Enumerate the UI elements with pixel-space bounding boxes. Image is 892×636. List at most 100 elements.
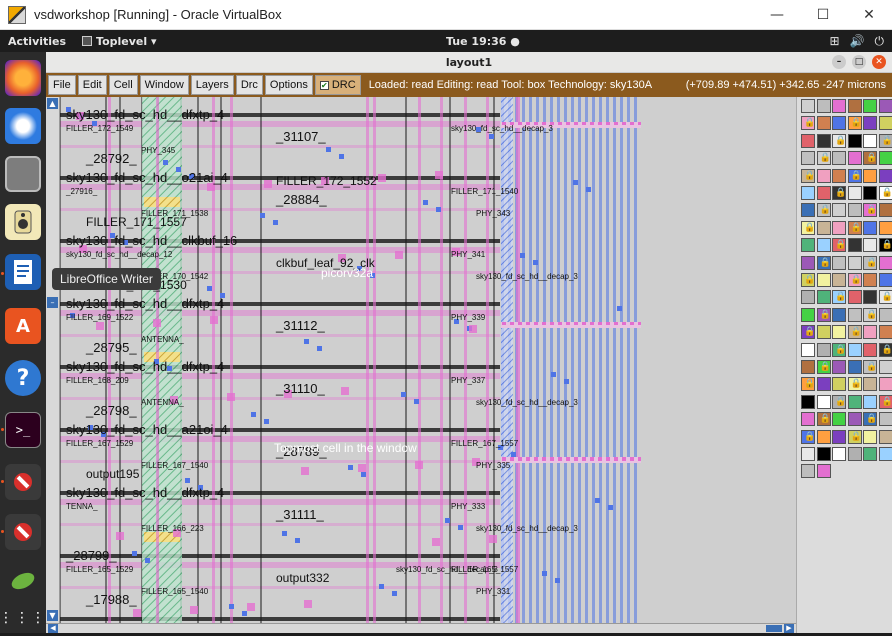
drc-toggle[interactable]: ✔ DRC <box>315 75 361 95</box>
help-icon[interactable]: ? <box>5 360 41 396</box>
layer-swatch[interactable] <box>848 395 862 409</box>
layer-swatch[interactable] <box>879 221 892 235</box>
clock[interactable]: Tue 19:36 ● <box>446 35 520 48</box>
layer-swatch[interactable]: 🔒 <box>879 134 892 148</box>
layer-swatch[interactable]: 🔒 <box>863 203 877 217</box>
layer-swatch[interactable] <box>801 464 815 478</box>
layer-swatch[interactable] <box>801 412 815 426</box>
scroll-right-icon[interactable]: ▶ <box>784 624 794 633</box>
options-menu[interactable]: Options <box>265 75 313 95</box>
layer-swatch[interactable] <box>817 430 831 444</box>
layer-swatch[interactable] <box>832 169 846 183</box>
layer-swatch[interactable]: 🔒 <box>801 430 815 444</box>
layer-swatch[interactable] <box>817 290 831 304</box>
layer-swatch[interactable]: 🔒 <box>801 273 815 287</box>
layer-swatch[interactable] <box>879 360 892 374</box>
layer-swatch[interactable] <box>817 395 831 409</box>
layer-swatch[interactable] <box>801 447 815 461</box>
layer-swatch[interactable] <box>848 360 862 374</box>
layer-swatch[interactable] <box>848 412 862 426</box>
toplevel-app-menu[interactable]: Toplevel ▾ <box>82 35 156 48</box>
drc-menu[interactable]: Drc <box>236 75 263 95</box>
layer-swatch[interactable]: 🔒 <box>801 116 815 130</box>
layer-swatch[interactable] <box>848 343 862 357</box>
layer-swatch[interactable] <box>863 169 877 183</box>
vertical-scrollbar[interactable]: ▲ – ▼ <box>46 97 60 623</box>
layer-swatch[interactable]: 🔒 <box>817 308 831 322</box>
app-grid-icon[interactable]: ⋮⋮⋮ <box>5 600 41 636</box>
layer-swatch[interactable]: 🔒 <box>863 151 877 165</box>
layer-swatch[interactable] <box>832 221 846 235</box>
layer-swatch[interactable] <box>879 169 892 183</box>
layer-swatch[interactable] <box>863 273 877 287</box>
software-center-icon[interactable]: A <box>5 308 41 344</box>
layer-swatch[interactable] <box>801 290 815 304</box>
layer-swatch[interactable] <box>879 308 892 322</box>
layer-swatch[interactable] <box>863 377 877 391</box>
layer-swatch[interactable] <box>817 116 831 130</box>
layer-swatch[interactable] <box>801 238 815 252</box>
scroll-left-icon[interactable]: ◀ <box>48 624 58 633</box>
layer-swatch[interactable] <box>801 308 815 322</box>
layer-swatch[interactable] <box>848 256 862 270</box>
layer-swatch[interactable] <box>801 360 815 374</box>
layer-swatch[interactable] <box>817 99 831 113</box>
layer-swatch[interactable]: 🔒 <box>863 412 877 426</box>
layer-swatch[interactable] <box>801 134 815 148</box>
layer-swatch[interactable] <box>801 99 815 113</box>
layer-swatch[interactable] <box>863 430 877 444</box>
layer-swatch[interactable] <box>848 186 862 200</box>
layer-swatch[interactable]: 🔒 <box>817 256 831 270</box>
maximize-button[interactable]: ☐ <box>800 0 846 30</box>
layer-swatch[interactable] <box>863 447 877 461</box>
layer-swatch[interactable] <box>879 99 892 113</box>
thunderbird-icon[interactable] <box>5 108 41 144</box>
layer-swatch[interactable] <box>879 325 892 339</box>
layer-swatch[interactable] <box>879 430 892 444</box>
layer-swatch[interactable]: 🔒 <box>848 377 862 391</box>
layer-swatch[interactable]: 🔒 <box>817 412 831 426</box>
layer-swatch[interactable]: 🔒 <box>848 430 862 444</box>
layer-swatch[interactable]: 🔒 <box>817 151 831 165</box>
layer-swatch[interactable] <box>863 186 877 200</box>
scroll-down-icon[interactable]: ▼ <box>47 610 58 621</box>
layer-swatch[interactable] <box>879 256 892 270</box>
layer-swatch[interactable]: 🔒 <box>832 186 846 200</box>
layer-swatch[interactable] <box>817 134 831 148</box>
scroll-up-icon[interactable]: ▲ <box>47 98 58 109</box>
layer-swatch[interactable]: 🔒 <box>801 377 815 391</box>
layer-swatch[interactable] <box>817 238 831 252</box>
layer-swatch[interactable]: 🔒 <box>879 343 892 357</box>
layer-swatch[interactable] <box>863 290 877 304</box>
files-icon[interactable] <box>5 156 41 192</box>
layer-swatch[interactable]: 🔒 <box>801 169 815 183</box>
layer-swatch[interactable]: 🔒 <box>879 290 892 304</box>
layer-swatch[interactable] <box>848 308 862 322</box>
minimize-button[interactable]: – <box>832 55 846 69</box>
layer-swatch[interactable]: 🔒 <box>832 343 846 357</box>
layer-swatch[interactable]: 🔒 <box>817 203 831 217</box>
scroll-thumb[interactable] <box>766 625 782 632</box>
edit-menu[interactable]: Edit <box>78 75 107 95</box>
close-button[interactable]: ✕ <box>872 55 886 69</box>
horizontal-scrollbar[interactable]: ◀ ▶ <box>46 623 796 633</box>
layer-swatch[interactable]: 🔒 <box>879 238 892 252</box>
layer-swatch[interactable] <box>832 430 846 444</box>
cell-menu[interactable]: Cell <box>109 75 138 95</box>
layer-swatch[interactable]: 🔒 <box>863 256 877 270</box>
layer-swatch[interactable] <box>801 343 815 357</box>
rhythmbox-icon[interactable] <box>5 204 41 240</box>
firefox-icon[interactable] <box>5 60 41 96</box>
layer-swatch[interactable]: 🔒 <box>832 238 846 252</box>
layer-swatch[interactable] <box>848 290 862 304</box>
layer-swatch[interactable] <box>879 273 892 287</box>
no-entry-icon[interactable] <box>5 464 41 500</box>
no-entry-icon[interactable] <box>5 514 41 550</box>
layer-swatch[interactable] <box>832 447 846 461</box>
layer-swatch[interactable] <box>879 116 892 130</box>
close-button[interactable]: ✕ <box>846 0 892 30</box>
layer-swatch[interactable] <box>801 256 815 270</box>
file-menu[interactable]: File <box>48 75 76 95</box>
minimize-button[interactable]: — <box>754 0 800 30</box>
layer-swatch[interactable]: 🔒 <box>848 325 862 339</box>
